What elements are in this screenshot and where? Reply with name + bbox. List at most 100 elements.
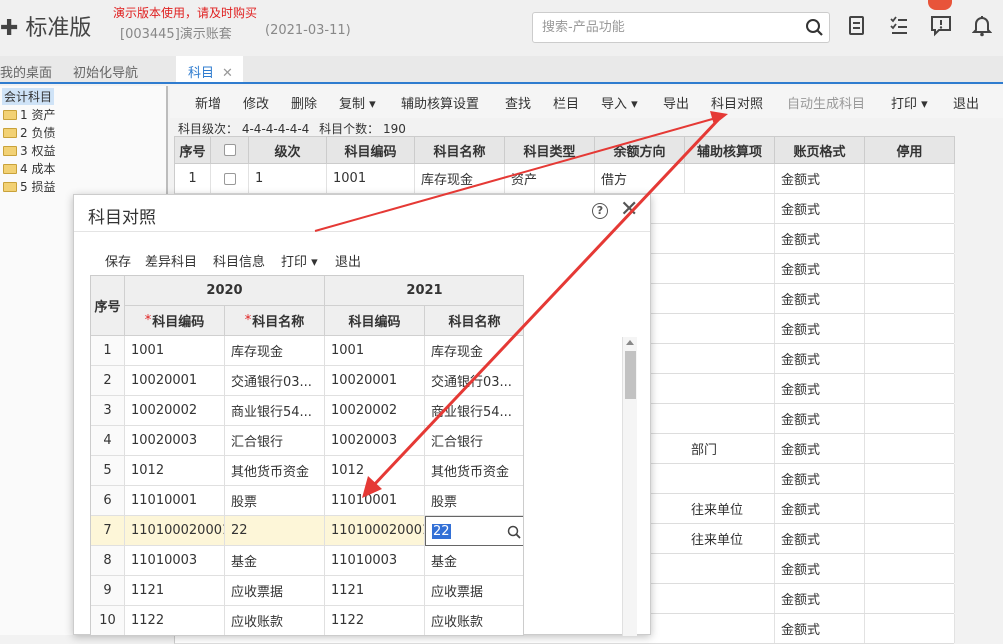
cell-code-2021[interactable]: 1001 (325, 336, 425, 366)
cell-code-2020[interactable]: 11010001 (125, 486, 225, 516)
cell-name-2020[interactable]: 商业银行54... (225, 396, 325, 426)
cell-name-2021[interactable]: 库存现金 (425, 336, 523, 366)
cell-select[interactable] (211, 164, 249, 193)
cell-no[interactable]: 7 (91, 516, 125, 546)
tree-item-liabilities[interactable]: 2 负债 (3, 124, 55, 141)
search-icon[interactable] (805, 18, 825, 42)
tree-item-assets[interactable]: 1 资产 (3, 106, 55, 123)
tree-item-pnl[interactable]: 5 损益 (3, 178, 55, 195)
print-button[interactable]: 打印 ▾ (891, 93, 928, 112)
cell-code-2021[interactable]: 11010001 (325, 486, 425, 516)
cell-code-2021[interactable]: 110100020001 (325, 516, 425, 546)
cell-name-2021[interactable]: 其他货币资金 (425, 456, 523, 486)
tree-item-cost[interactable]: 4 成本 (3, 160, 55, 177)
promo-link[interactable]: 演示版本使用，请及时购买 (113, 4, 257, 21)
account-info-button[interactable]: 科目信息 (213, 251, 265, 270)
table-row[interactable]: 6 11010001 股票 11010001 股票 (91, 486, 523, 516)
diff-accounts-button[interactable]: 差异科目 (145, 251, 197, 270)
cell-name-2021[interactable]: 应收账款 (425, 606, 523, 635)
tab-accounts[interactable]: 科目 ✕ (176, 56, 243, 82)
save-button[interactable]: 保存 (105, 251, 131, 270)
col-header-select[interactable] (211, 137, 249, 163)
tab-init-guide[interactable]: 初始化导航 (73, 62, 138, 81)
cell-no[interactable]: 5 (91, 456, 125, 486)
dialog-print-button[interactable]: 打印 ▾ (281, 251, 318, 270)
import-button[interactable]: 导入 ▾ (601, 93, 638, 112)
cell-no[interactable]: 6 (91, 486, 125, 516)
dialog-close-icon[interactable]: ✕ (620, 197, 638, 222)
calculator-icon[interactable] (848, 15, 866, 41)
tree-item-equity[interactable]: 3 权益 (3, 142, 55, 159)
cell-code-2021[interactable]: 10020003 (325, 426, 425, 456)
cell-code-2020[interactable]: 10020002 (125, 396, 225, 426)
cell-name-2021[interactable]: 股票 (425, 486, 523, 516)
cell-no[interactable]: 9 (91, 576, 125, 606)
table-row[interactable]: 4 10020003 汇合银行 10020003 汇合银行 (91, 426, 523, 456)
cell-no[interactable]: 8 (91, 546, 125, 576)
cell-no[interactable]: 2 (91, 366, 125, 396)
cell-name-2020[interactable]: 交通银行03... (225, 366, 325, 396)
cell-name-2020[interactable]: 库存现金 (225, 336, 325, 366)
table-row[interactable]: 9 1121 应收票据 1121 应收票据 (91, 576, 523, 606)
cell-name-2021[interactable]: 汇合银行 (425, 426, 523, 456)
aux-settings-button[interactable]: 辅助核算设置 (401, 93, 479, 112)
copy-button[interactable]: 复制 ▾ (339, 93, 376, 112)
lookup-search-icon[interactable] (507, 525, 521, 539)
table-row[interactable]: 7 110100020001 22 110100020001 22 (91, 516, 523, 546)
dialog-exit-button[interactable]: 退出 (335, 251, 361, 270)
cell-name-2021[interactable]: 应收票据 (425, 576, 523, 606)
cell-code-2020[interactable]: 1012 (125, 456, 225, 486)
tree-root[interactable]: 会计科目 (2, 88, 55, 105)
cell-name-2021[interactable]: 交通银行03... (425, 366, 523, 396)
cell-no[interactable]: 4 (91, 426, 125, 456)
table-row[interactable]: 3 10020002 商业银行54... 10020002 商业银行54... (91, 396, 523, 426)
vertical-scrollbar[interactable] (622, 337, 637, 636)
checkbox-all[interactable] (223, 144, 236, 156)
cell-code-2020[interactable]: 1001 (125, 336, 225, 366)
table-row[interactable]: 1 1001 库存现金 1001 库存现金 (91, 336, 523, 366)
export-button[interactable]: 导出 (663, 93, 689, 112)
cell-code-2021[interactable]: 1121 (325, 576, 425, 606)
find-button[interactable]: 查找 (505, 93, 531, 112)
bell-icon[interactable] (971, 15, 993, 41)
cell-code-2020[interactable]: 1122 (125, 606, 225, 635)
cell-no[interactable]: 1 (91, 336, 125, 366)
cell-code-2021[interactable]: 1012 (325, 456, 425, 486)
cell-code-2020[interactable]: 1121 (125, 576, 225, 606)
user-avatar-badge[interactable] (928, 0, 952, 10)
delete-button[interactable]: 删除 (291, 93, 317, 112)
edit-button[interactable]: 修改 (243, 93, 269, 112)
cell-name-2020[interactable]: 股票 (225, 486, 325, 516)
cell-code-2021[interactable]: 11010003 (325, 546, 425, 576)
cell-name-2020[interactable]: 22 (225, 516, 325, 546)
cell-name-2020[interactable]: 基金 (225, 546, 325, 576)
row-checkbox[interactable] (223, 172, 236, 185)
cell-name-2021[interactable]: 22 (425, 516, 523, 546)
cell-code-2020[interactable]: 110100020001 (125, 516, 225, 546)
editing-text[interactable]: 22 (432, 523, 451, 539)
cell-code-2020[interactable]: 11010003 (125, 546, 225, 576)
message-icon[interactable] (930, 15, 952, 41)
cell-code-2021[interactable]: 10020001 (325, 366, 425, 396)
table-row[interactable]: 2 10020001 交通银行03... 10020001 交通银行03... (91, 366, 523, 396)
cell-no[interactable]: 3 (91, 396, 125, 426)
cell-name-2020[interactable]: 应收票据 (225, 576, 325, 606)
table-row[interactable]: 8 11010003 基金 11010003 基金 (91, 546, 523, 576)
cell-name-2021[interactable]: 基金 (425, 546, 523, 576)
cell-code-2020[interactable]: 10020001 (125, 366, 225, 396)
exit-button[interactable]: 退出 (953, 93, 979, 112)
cell-name-2021[interactable]: 商业银行54... (425, 396, 523, 426)
cell-no[interactable]: 10 (91, 606, 125, 635)
cell-code-2020[interactable]: 10020003 (125, 426, 225, 456)
table-row[interactable]: 1 1 1001 库存现金 资产 借方 金额式 (174, 164, 955, 194)
cell-code-2021[interactable]: 1122 (325, 606, 425, 635)
task-list-icon[interactable] (889, 15, 909, 41)
table-row[interactable]: 5 1012 其他货币资金 1012 其他货币资金 (91, 456, 523, 486)
close-icon[interactable]: ✕ (222, 66, 233, 81)
add-button[interactable]: 新增 (195, 93, 221, 112)
search-input[interactable] (533, 13, 783, 42)
scrollbar-thumb[interactable] (625, 351, 636, 399)
cell-code-2021[interactable]: 10020002 (325, 396, 425, 426)
tab-my-desktop[interactable]: 我的桌面 (0, 62, 52, 81)
scroll-up-icon[interactable] (626, 340, 634, 345)
